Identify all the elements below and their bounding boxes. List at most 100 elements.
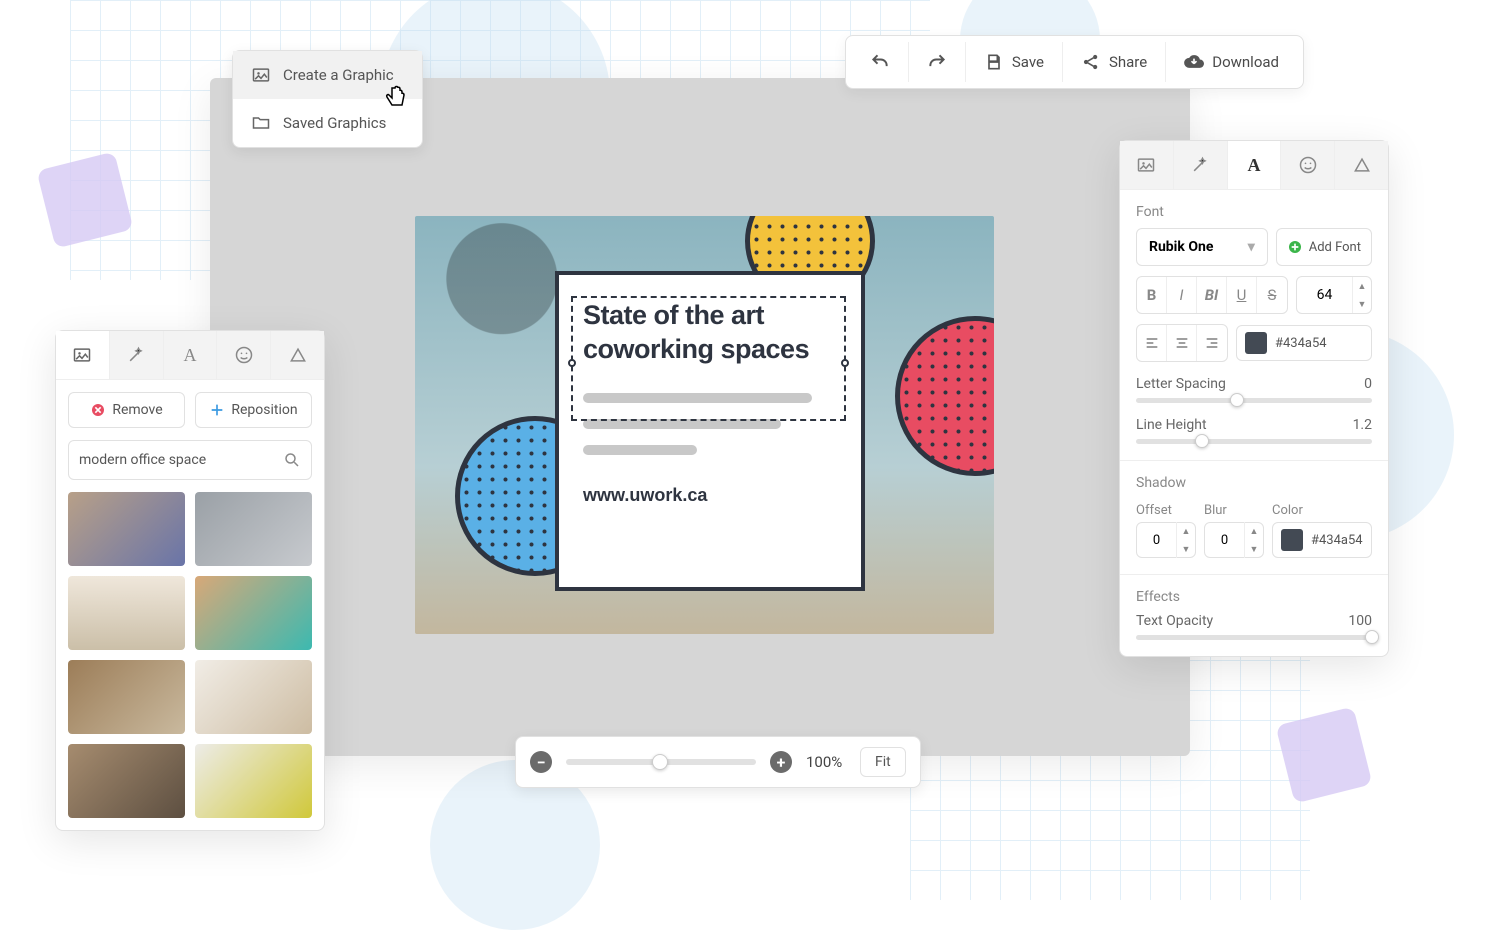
- wand-icon: [1190, 155, 1210, 175]
- tab-shapes[interactable]: [1335, 141, 1388, 189]
- zoom-slider[interactable]: [566, 759, 756, 765]
- triangle-icon: [1352, 155, 1372, 175]
- triangle-icon: [288, 345, 308, 365]
- line-height-label: Line Height: [1136, 417, 1207, 433]
- rotate-handle-icon[interactable]: [695, 274, 715, 294]
- step-up[interactable]: ▲: [1353, 277, 1371, 295]
- tab-shapes[interactable]: [271, 331, 324, 379]
- save-button[interactable]: Save: [966, 42, 1063, 82]
- align-center-button[interactable]: [1167, 325, 1197, 361]
- color-swatch: [1281, 529, 1303, 551]
- add-font-button[interactable]: Add Font: [1276, 228, 1372, 266]
- color-swatch: [1245, 332, 1267, 354]
- image-icon: [1136, 155, 1156, 175]
- reposition-label: Reposition: [231, 402, 297, 418]
- search-input[interactable]: [79, 452, 283, 468]
- underline-button[interactable]: U: [1227, 277, 1257, 313]
- share-label: Share: [1109, 53, 1147, 71]
- shadow-section-label: Shadow: [1120, 461, 1388, 499]
- shadow-color-picker[interactable]: #434a54: [1272, 522, 1372, 558]
- tab-emoji[interactable]: [217, 331, 271, 379]
- remove-icon: [90, 402, 106, 418]
- download-label: Download: [1212, 53, 1279, 71]
- tab-effects[interactable]: [110, 331, 164, 379]
- text-opacity-slider[interactable]: [1136, 635, 1372, 640]
- align-right-button[interactable]: [1197, 325, 1227, 361]
- letter-spacing-value: 0: [1364, 376, 1372, 392]
- align-left-button[interactable]: [1137, 325, 1167, 361]
- smile-icon: [1298, 155, 1318, 175]
- smile-icon: [234, 345, 254, 365]
- image-result[interactable]: [68, 576, 185, 650]
- letter-spacing-slider[interactable]: [1136, 398, 1372, 403]
- shadow-offset-input[interactable]: 0▲▼: [1136, 522, 1196, 558]
- tab-emoji[interactable]: [1281, 141, 1335, 189]
- image-result[interactable]: [68, 744, 185, 818]
- download-button[interactable]: Download: [1166, 42, 1297, 82]
- italic-button[interactable]: I: [1167, 277, 1197, 313]
- right-tool-tabs: A: [1120, 141, 1388, 190]
- image-result[interactable]: [195, 492, 312, 566]
- tool-tabs: A: [56, 331, 324, 380]
- share-icon: [1081, 52, 1101, 72]
- image-result[interactable]: [195, 576, 312, 650]
- align-center-icon: [1174, 335, 1190, 351]
- image-result[interactable]: [68, 492, 185, 566]
- right-panel: A Font Rubik One ▾ Add Font B I BI U S 6…: [1119, 140, 1389, 657]
- image-result[interactable]: [195, 660, 312, 734]
- menu-label: Create a Graphic: [283, 66, 394, 84]
- text-color-picker[interactable]: #434a54: [1236, 325, 1372, 361]
- zoom-fit-button[interactable]: Fit: [860, 747, 906, 777]
- canvas[interactable]: State of the art coworking spaces www.uw…: [415, 216, 994, 634]
- wand-icon: [126, 345, 146, 365]
- line-height-slider[interactable]: [1136, 439, 1372, 444]
- image-grid: [56, 492, 324, 830]
- url-text[interactable]: www.uwork.ca: [583, 485, 837, 506]
- search-input-wrap[interactable]: [68, 440, 312, 480]
- tab-image[interactable]: [56, 331, 110, 379]
- font-family-select[interactable]: Rubik One ▾: [1136, 228, 1268, 266]
- zoom-value: 100%: [806, 753, 846, 771]
- folder-icon: [251, 113, 271, 133]
- bold-italic-button[interactable]: BI: [1197, 277, 1227, 313]
- plus-circle-icon: [1287, 239, 1303, 255]
- align-left-icon: [1144, 335, 1160, 351]
- text-style-group: B I BI U S: [1136, 276, 1288, 314]
- undo-button[interactable]: [852, 42, 909, 82]
- align-right-icon: [1204, 335, 1220, 351]
- tab-text[interactable]: A: [164, 331, 218, 379]
- remove-label: Remove: [112, 402, 162, 418]
- offset-label: Offset: [1136, 503, 1196, 518]
- image-result[interactable]: [68, 660, 185, 734]
- font-size-input[interactable]: 64 ▲▼: [1296, 276, 1372, 314]
- text-opacity-label: Text Opacity: [1136, 613, 1213, 629]
- color-hex: #434a54: [1275, 336, 1327, 351]
- strikethrough-button[interactable]: S: [1257, 277, 1287, 313]
- redo-button[interactable]: [909, 42, 966, 82]
- zoom-out-button[interactable]: −: [530, 751, 552, 773]
- save-label: Save: [1012, 53, 1044, 71]
- text-selection-box[interactable]: [571, 296, 846, 421]
- bold-button[interactable]: B: [1137, 277, 1167, 313]
- top-toolbar: Save Share Download: [845, 35, 1304, 89]
- shadow-color-label: Color: [1272, 503, 1372, 518]
- cursor-hand-icon: [380, 82, 412, 114]
- tab-effects[interactable]: [1174, 141, 1228, 189]
- text-icon: A: [1247, 155, 1260, 176]
- font-size-value: 64: [1297, 287, 1352, 303]
- reposition-button[interactable]: Reposition: [195, 392, 312, 428]
- reposition-icon: [209, 402, 225, 418]
- image-result[interactable]: [195, 744, 312, 818]
- text-icon: A: [183, 345, 196, 366]
- effects-section-label: Effects: [1120, 575, 1388, 613]
- share-button[interactable]: Share: [1063, 42, 1166, 82]
- line-height-value: 1.2: [1353, 417, 1372, 433]
- step-down[interactable]: ▼: [1353, 295, 1371, 313]
- add-font-label: Add Font: [1309, 240, 1361, 255]
- tab-image[interactable]: [1120, 141, 1174, 189]
- tab-text[interactable]: A: [1228, 141, 1282, 189]
- remove-button[interactable]: Remove: [68, 392, 185, 428]
- zoom-in-button[interactable]: +: [770, 751, 792, 773]
- image-icon: [72, 345, 92, 365]
- shadow-blur-input[interactable]: 0▲▼: [1204, 522, 1264, 558]
